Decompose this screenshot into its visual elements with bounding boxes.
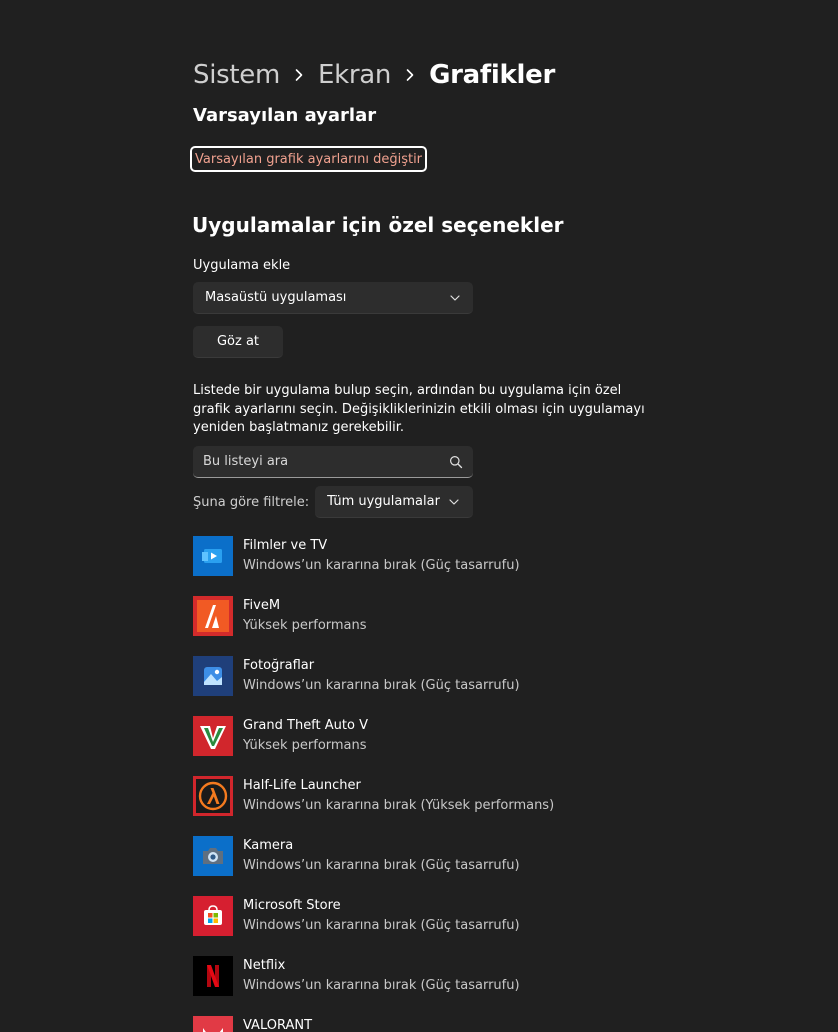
app-graphics-setting: Yüksek performans xyxy=(243,738,367,753)
filter-label: Şuna göre filtrele: xyxy=(193,494,310,510)
half-life-icon xyxy=(193,776,233,816)
valorant-icon xyxy=(193,1016,233,1032)
camera-icon xyxy=(193,836,233,876)
photos-icon xyxy=(193,656,233,696)
chevron-right-icon xyxy=(280,68,318,82)
app-name: Grand Theft Auto V xyxy=(243,718,368,733)
chevron-down-icon xyxy=(449,292,461,304)
app-graphics-setting: Windows’un kararına bırak (Yüksek perfor… xyxy=(243,798,555,813)
app-type-selected-value: Masaüstü uygulaması xyxy=(205,290,347,305)
graphics-settings-page: Sistem Ekran Grafikler Varsayılan ayarla… xyxy=(0,0,838,1032)
store-icon xyxy=(193,896,233,936)
breadcrumb-ekran[interactable]: Ekran xyxy=(318,60,391,90)
list-item[interactable]: Microsoft Store Windows’un kararına bıra… xyxy=(193,896,653,956)
app-graphics-setting: Windows’un kararına bırak (Güç tasarrufu… xyxy=(243,678,520,693)
list-item[interactable]: Fotoğraflar Windows’un kararına bırak (G… xyxy=(193,656,653,716)
list-item[interactable]: Half-Life Launcher Windows’un kararına b… xyxy=(193,776,653,836)
movies-tv-icon xyxy=(193,536,233,576)
change-default-graphics-link[interactable]: Varsayılan grafik ayarlarını değiştir xyxy=(190,146,428,172)
filter-row: Şuna göre filtrele: Tüm uygulamalar xyxy=(193,486,474,518)
app-name: FiveM xyxy=(243,598,281,613)
app-graphics-setting: Yüksek performans xyxy=(243,618,367,633)
filter-dropdown[interactable]: Tüm uygulamalar xyxy=(315,486,474,518)
app-graphics-setting: Windows’un kararına bırak (Güç tasarrufu… xyxy=(243,558,520,573)
list-item[interactable]: VALORANT xyxy=(193,1016,653,1032)
app-name: Filmler ve TV xyxy=(243,538,328,553)
list-item[interactable]: Kamera Windows’un kararına bırak (Güç ta… xyxy=(193,836,653,896)
app-name: VALORANT xyxy=(243,1018,313,1032)
app-graphics-setting: Windows’un kararına bırak (Güç tasarrufu… xyxy=(243,918,520,933)
list-item[interactable]: Filmler ve TV Windows’un kararına bırak … xyxy=(193,536,653,596)
app-name: Microsoft Store xyxy=(243,898,341,913)
app-name: Fotoğraflar xyxy=(243,658,315,673)
search-icon[interactable] xyxy=(449,455,463,469)
breadcrumb-sistem[interactable]: Sistem xyxy=(193,60,280,90)
app-name: Half-Life Launcher xyxy=(243,778,361,793)
gta-v-icon xyxy=(193,716,233,756)
netflix-icon xyxy=(193,956,233,996)
app-graphics-setting: Windows’un kararına bırak (Güç tasarrufu… xyxy=(243,858,520,873)
breadcrumb-grafikler: Grafikler xyxy=(429,60,555,90)
list-item[interactable]: FiveM Yüksek performans xyxy=(193,596,653,656)
search-placeholder: Bu listeyi ara xyxy=(203,454,289,469)
fivem-icon xyxy=(193,596,233,636)
app-list-description: Listede bir uygulama bulup seçin, ardınd… xyxy=(193,383,645,435)
app-name: Netflix xyxy=(243,958,286,973)
browse-button[interactable]: Göz at xyxy=(193,326,283,358)
add-app-label: Uygulama ekle xyxy=(193,258,291,273)
app-type-dropdown[interactable]: Masaüstü uygulaması xyxy=(193,282,473,314)
main-content: Sistem Ekran Grafikler Varsayılan ayarla… xyxy=(190,56,653,1032)
breadcrumb: Sistem Ekran Grafikler xyxy=(193,56,653,94)
list-item[interactable]: Grand Theft Auto V Yüksek performans xyxy=(193,716,653,776)
default-settings-heading: Varsayılan ayarlar xyxy=(193,105,377,126)
app-list: Filmler ve TV Windows’un kararına bırak … xyxy=(193,536,653,1032)
app-graphics-setting: Windows’un kararına bırak (Güç tasarrufu… xyxy=(243,978,520,993)
search-input[interactable]: Bu listeyi ara xyxy=(193,446,473,478)
list-item[interactable]: Netflix Windows’un kararına bırak (Güç t… xyxy=(193,956,653,1016)
chevron-down-icon xyxy=(449,496,461,508)
chevron-right-icon xyxy=(391,68,429,82)
filter-selected-value: Tüm uygulamalar xyxy=(327,494,440,509)
app-name: Kamera xyxy=(243,838,294,853)
app-options-heading: Uygulamalar için özel seçenekler xyxy=(192,213,564,237)
